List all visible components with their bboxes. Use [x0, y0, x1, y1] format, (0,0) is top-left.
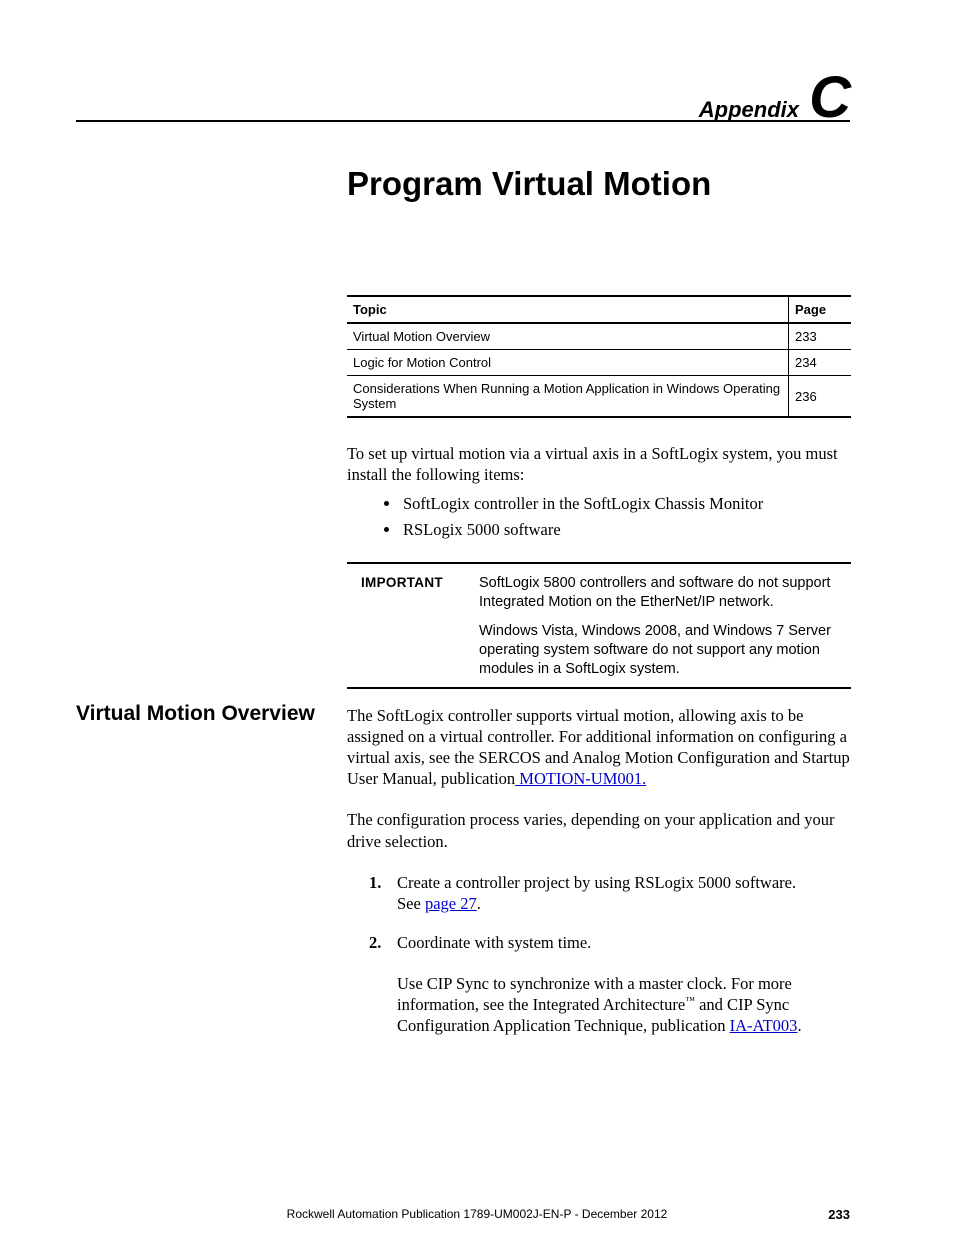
step-2-post: .: [797, 1016, 801, 1035]
topic-cell: Logic for Motion Control: [347, 350, 789, 376]
list-item: SoftLogix controller in the SoftLogix Ch…: [401, 491, 851, 517]
important-label: IMPORTANT: [347, 563, 471, 687]
trademark-symbol: ™: [685, 996, 695, 1007]
step-2: Coordinate with system time. Use CIP Syn…: [397, 932, 851, 1036]
appendix-label: Appendix C: [699, 72, 850, 124]
body-block: The SoftLogix controller supports virtua…: [347, 705, 851, 1054]
body-p2: The configuration process varies, depend…: [347, 809, 851, 851]
topic-table-head-page: Page: [789, 296, 852, 323]
page-cell: 233: [789, 323, 852, 350]
important-content: SoftLogix 5800 controllers and software …: [471, 563, 851, 687]
chapter-title: Program Virtual Motion: [347, 165, 711, 203]
step-2-line1: Coordinate with system time.: [397, 932, 851, 953]
important-p2: Windows Vista, Windows 2008, and Windows…: [479, 622, 843, 679]
link-ia-at003[interactable]: IA-AT003: [730, 1016, 798, 1035]
important-box: IMPORTANT SoftLogix 5800 controllers and…: [347, 562, 851, 688]
section-heading: Virtual Motion Overview: [76, 702, 315, 726]
topic-table: Topic Page Virtual Motion Overview 233 L…: [347, 295, 851, 418]
step-1-see: See: [397, 894, 425, 913]
step-1: Create a controller project by using RSL…: [397, 872, 851, 914]
step-1-line1: Create a controller project by using RSL…: [397, 872, 851, 893]
topic-cell: Virtual Motion Overview: [347, 323, 789, 350]
step-1-post: .: [477, 894, 481, 913]
table-row: Considerations When Running a Motion App…: [347, 376, 851, 418]
footer-publication: Rockwell Automation Publication 1789-UM0…: [0, 1207, 954, 1221]
topic-table-head-topic: Topic: [347, 296, 789, 323]
body-p1: The SoftLogix controller supports virtua…: [347, 705, 851, 789]
link-page-27[interactable]: page 27: [425, 894, 477, 913]
page-cell: 236: [789, 376, 852, 418]
steps-list: Create a controller project by using RSL…: [347, 872, 851, 1037]
intro-list: SoftLogix controller in the SoftLogix Ch…: [347, 491, 851, 542]
list-item: RSLogix 5000 software: [401, 517, 851, 543]
page-cell: 234: [789, 350, 852, 376]
step-1-line2: See page 27.: [397, 893, 851, 914]
step-2-sub: Use CIP Sync to synchronize with a maste…: [397, 973, 851, 1036]
table-row: Virtual Motion Overview 233: [347, 323, 851, 350]
appendix-word: Appendix: [699, 97, 799, 122]
topic-cell: Considerations When Running a Motion App…: [347, 376, 789, 418]
important-p1: SoftLogix 5800 controllers and software …: [479, 574, 843, 612]
intro-paragraph: To set up virtual motion via a virtual a…: [347, 444, 851, 485]
header-rule: [76, 120, 850, 122]
page-number: 233: [828, 1207, 850, 1222]
table-row: Logic for Motion Control 234: [347, 350, 851, 376]
link-motion-um001[interactable]: MOTION-UM001.: [515, 769, 646, 788]
